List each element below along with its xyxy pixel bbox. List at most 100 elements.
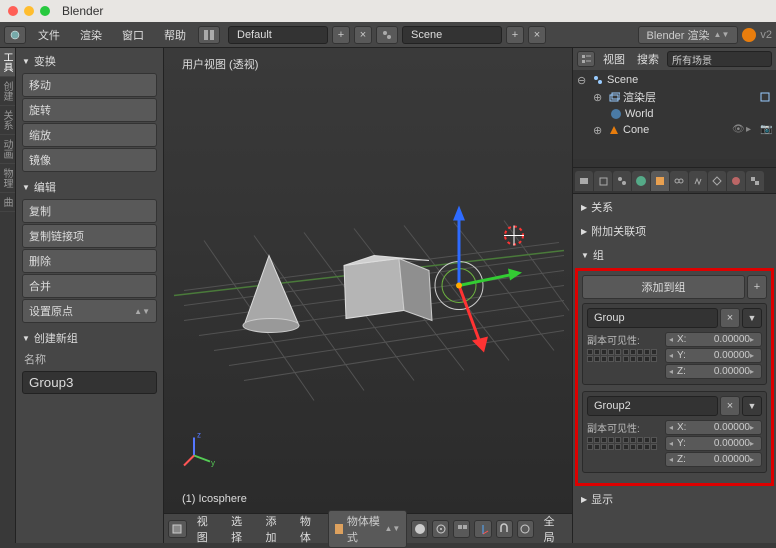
render-engine-dropdown[interactable]: Blender 渲染 ▲▼ [638, 26, 739, 44]
group-name-field[interactable]: Group2 [587, 396, 718, 416]
layer-cell[interactable] [608, 437, 614, 443]
layer-cell[interactable] [630, 349, 636, 355]
scene-browse-icon[interactable] [376, 26, 398, 44]
layer-cell[interactable] [594, 349, 600, 355]
rotate-button[interactable]: 旋转 [22, 98, 157, 122]
prop-tab-texture[interactable] [746, 171, 764, 191]
group-specials-button[interactable]: ▼ [742, 396, 762, 416]
tree-row-scene[interactable]: ⊖ Scene [575, 72, 774, 88]
vtab-create[interactable]: 创建 [0, 77, 15, 106]
layer-cell[interactable] [587, 349, 593, 355]
viewport-editor-type-icon[interactable] [168, 520, 187, 538]
layer-cell[interactable] [608, 356, 614, 362]
layer-cell[interactable] [630, 356, 636, 362]
scene-add-button[interactable]: + [506, 26, 524, 44]
screen-layout-field[interactable]: Default [228, 26, 328, 44]
layer-cell[interactable] [587, 444, 593, 450]
render-toggle-icon[interactable]: 📷 [760, 124, 772, 136]
layer-cell[interactable] [644, 437, 650, 443]
menu-window[interactable]: 窗口 [114, 27, 152, 43]
menu-help[interactable]: 帮助 [156, 27, 194, 43]
offset-x-field[interactable]: ◂X:0.00000▸ [665, 420, 762, 435]
outliner-filter-dropdown[interactable]: 所有场景 [667, 51, 772, 67]
edit-header[interactable]: ▼编辑 [18, 176, 161, 198]
outliner-scrollbar[interactable] [573, 159, 776, 167]
relations-extras-panel-header[interactable]: ▶附加关联项 [575, 220, 774, 242]
prop-tab-data[interactable] [708, 171, 726, 191]
layer-cell[interactable] [644, 349, 650, 355]
expand-icon[interactable]: ⊕ [593, 124, 605, 137]
minimize-window-icon[interactable] [24, 6, 34, 16]
selectable-toggle-icon[interactable]: ▸ [746, 124, 758, 136]
layer-cell[interactable] [623, 444, 629, 450]
create-group-header[interactable]: ▼创建新组 [18, 327, 161, 349]
layer-cell[interactable] [587, 356, 593, 362]
tree-row-world[interactable]: World [575, 106, 774, 122]
proportional-edit-button[interactable] [517, 520, 534, 538]
outliner-menu-search[interactable]: 搜索 [633, 51, 663, 67]
prop-tab-scene[interactable] [613, 171, 631, 191]
layer-cell[interactable] [601, 356, 607, 362]
3d-viewport[interactable]: 用户视图 (透视) [164, 48, 572, 543]
layer-cell[interactable] [594, 356, 600, 362]
pivot-button[interactable] [432, 520, 449, 538]
prop-tab-material[interactable] [727, 171, 745, 191]
layer-cell[interactable] [630, 437, 636, 443]
prop-tab-renderlayers[interactable] [594, 171, 612, 191]
snap-button[interactable] [496, 520, 513, 538]
layout-remove-button[interactable]: × [354, 26, 372, 44]
editor-type-icon[interactable] [4, 26, 26, 44]
prop-tab-world[interactable] [632, 171, 650, 191]
layer-cell[interactable] [651, 349, 657, 355]
duplicate-button[interactable]: 复制 [22, 199, 157, 223]
layout-add-button[interactable]: + [332, 26, 350, 44]
layer-cell[interactable] [608, 444, 614, 450]
vp-menu-object[interactable]: 物体 [294, 513, 324, 545]
layer-cell[interactable] [637, 444, 643, 450]
layer-cell[interactable] [637, 437, 643, 443]
layer-cell[interactable] [651, 444, 657, 450]
layer-cell[interactable] [587, 437, 593, 443]
menu-render[interactable]: 渲染 [72, 27, 110, 43]
offset-x-field[interactable]: ◂X:0.00000▸ [665, 332, 762, 347]
vtab-physics[interactable]: 物理 [0, 164, 15, 193]
layer-cell[interactable] [637, 356, 643, 362]
scene-field[interactable]: Scene [402, 26, 502, 44]
set-origin-button[interactable]: 设置原点▲▼ [22, 299, 157, 323]
transform-header[interactable]: ▼变换 [18, 50, 161, 72]
prop-tab-constraints[interactable] [670, 171, 688, 191]
layer-cell[interactable] [608, 349, 614, 355]
layer-cell[interactable] [623, 349, 629, 355]
screen-layout-browse-icon[interactable] [198, 26, 220, 44]
vp-menu-select[interactable]: 选择 [225, 513, 255, 545]
layer-cell[interactable] [601, 349, 607, 355]
layer-cell[interactable] [651, 437, 657, 443]
add-to-group-button[interactable]: 添加到组 [582, 275, 745, 299]
visibility-toggle-icon[interactable]: 👁 [732, 124, 744, 136]
offset-z-field[interactable]: ◂Z:0.00000▸ [665, 364, 762, 379]
mode-dropdown[interactable]: 物体模式 ▲▼ [328, 510, 407, 548]
duplicate-linked-button[interactable]: 复制链接项 [22, 224, 157, 248]
join-button[interactable]: 合并 [22, 274, 157, 298]
menu-file[interactable]: 文件 [30, 27, 68, 43]
vtab-grease[interactable]: 曲 [0, 193, 15, 212]
layer-cell[interactable] [615, 444, 621, 450]
layer-cell[interactable] [615, 437, 621, 443]
layer-cell[interactable] [651, 356, 657, 362]
scene-remove-button[interactable]: × [528, 26, 546, 44]
layer-cell[interactable] [644, 356, 650, 362]
display-panel-header[interactable]: ▶显示 [575, 488, 774, 510]
maximize-window-icon[interactable] [40, 6, 50, 16]
expand-icon[interactable]: ⊖ [577, 74, 589, 87]
mirror-button[interactable]: 镜像 [22, 148, 157, 172]
add-group-plus-button[interactable]: + [747, 275, 767, 299]
layer-cell[interactable] [644, 444, 650, 450]
group-panel-header[interactable]: ▼组 [575, 244, 774, 266]
manipulator-toggle-button[interactable] [474, 520, 491, 538]
tree-row-renderlayers[interactable]: ⊕ 渲染层 [575, 88, 774, 106]
layer-cell[interactable] [615, 349, 621, 355]
group-remove-button[interactable]: × [720, 308, 740, 328]
delete-button[interactable]: 删除 [22, 249, 157, 273]
layer-cell[interactable] [594, 444, 600, 450]
expand-icon[interactable]: ⊕ [593, 91, 605, 104]
